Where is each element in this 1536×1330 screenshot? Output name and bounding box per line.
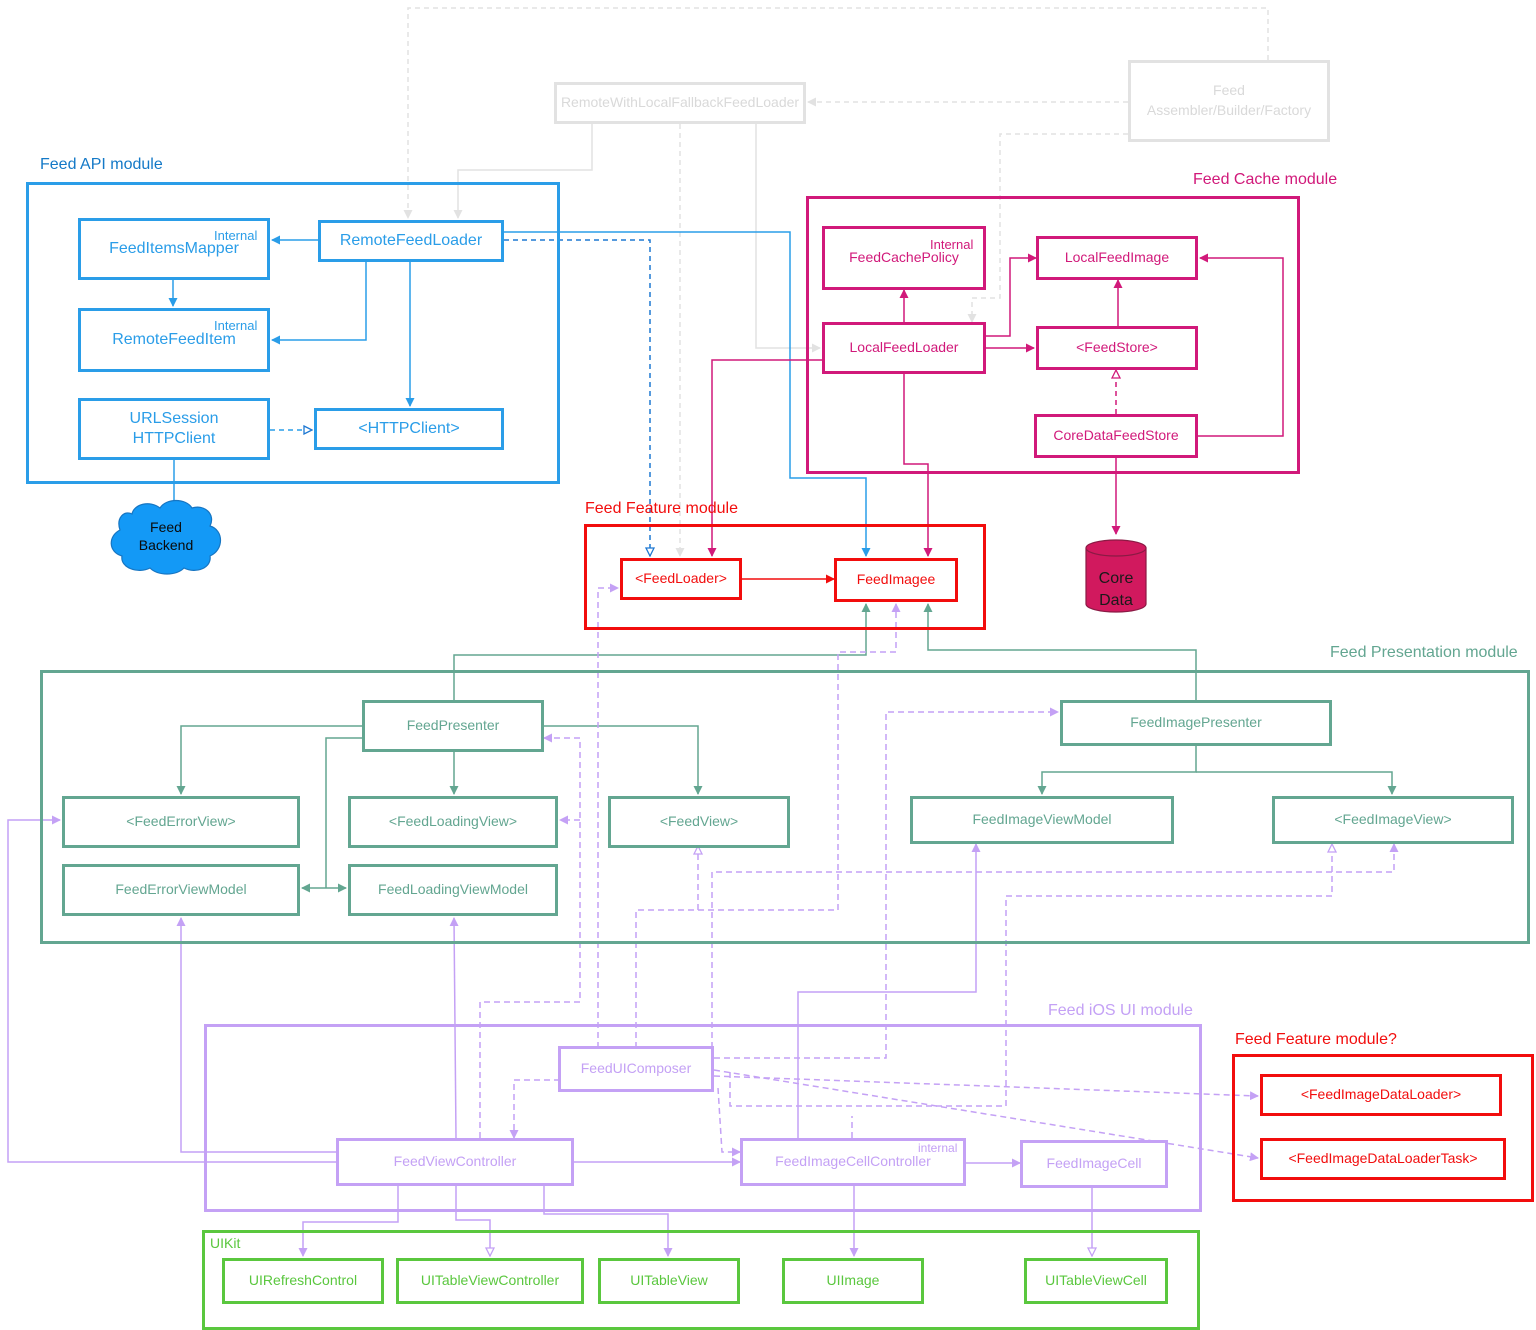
feature-module-title: Feed Feature module bbox=[585, 500, 738, 517]
urlsession-http-client-node[interactable]: URLSession HTTPClient bbox=[78, 398, 270, 460]
api-module-title: Feed API module bbox=[40, 156, 163, 173]
feed-error-view-node[interactable]: <FeedErrorView> bbox=[62, 796, 300, 848]
internal-label-mapper: Internal bbox=[214, 228, 258, 243]
feed-view-controller-node[interactable]: FeedViewController bbox=[336, 1138, 574, 1186]
feed-view-node[interactable]: <FeedView> bbox=[608, 796, 790, 848]
uikit-module-title: UIKit bbox=[210, 1235, 241, 1251]
internal-label-cell-controller: internal bbox=[918, 1141, 958, 1155]
feed-image-data-loader-task-node[interactable]: <FeedImageDataLoaderTask> bbox=[1260, 1138, 1506, 1180]
ios-module-title: Feed iOS UI module bbox=[1048, 1002, 1193, 1019]
feed-image-cell-node[interactable]: FeedImageCell bbox=[1020, 1140, 1168, 1188]
feed-ui-composer-node[interactable]: FeedUIComposer bbox=[558, 1046, 714, 1092]
cache-module-title: Feed Cache module bbox=[1193, 171, 1338, 188]
feed-backend-label: Feed Backend bbox=[138, 519, 194, 553]
feed-image-node[interactable]: FeedImagee bbox=[834, 558, 958, 602]
ui-table-view-controller-node[interactable]: UITableViewController bbox=[396, 1258, 584, 1304]
feed-loading-view-node[interactable]: <FeedLoadingView> bbox=[348, 796, 558, 848]
feed-image-presenter-node[interactable]: FeedImagePresenter bbox=[1060, 700, 1332, 746]
feed-factory-node[interactable]: Feed Assembler/Builder/Factory bbox=[1128, 60, 1330, 142]
core-data-label: Core Data bbox=[1098, 570, 1134, 609]
feed-store-protocol-node[interactable]: <FeedStore> bbox=[1036, 326, 1198, 370]
feed-cache-policy-node[interactable]: FeedCachePolicy bbox=[822, 226, 986, 290]
ui-refresh-control-node[interactable]: UIRefreshControl bbox=[222, 1258, 384, 1304]
internal-label-policy: Internal bbox=[930, 237, 974, 252]
feed-presenter-node[interactable]: FeedPresenter bbox=[362, 700, 544, 752]
feed-image-data-loader-node[interactable]: <FeedImageDataLoader> bbox=[1260, 1074, 1502, 1116]
remote-feed-loader-node[interactable]: RemoteFeedLoader bbox=[318, 220, 504, 262]
internal-label-item: Internal bbox=[214, 318, 258, 333]
feed-error-view-model-node[interactable]: FeedErrorViewModel bbox=[62, 864, 300, 916]
feed-loading-view-model-node[interactable]: FeedLoadingViewModel bbox=[348, 864, 558, 916]
ui-image-node[interactable]: UIImage bbox=[782, 1258, 924, 1304]
feed-image-view-node[interactable]: <FeedImageView> bbox=[1272, 796, 1514, 844]
local-feed-loader-node[interactable]: LocalFeedLoader bbox=[822, 322, 986, 374]
ui-table-view-cell-node[interactable]: UITableViewCell bbox=[1024, 1258, 1168, 1304]
feature2-module-title: Feed Feature module? bbox=[1235, 1031, 1397, 1048]
remote-with-local-fallback-loader-node[interactable]: RemoteWithLocalFallbackFeedLoader bbox=[554, 82, 806, 124]
feed-loader-protocol-node[interactable]: <FeedLoader> bbox=[620, 558, 742, 600]
presentation-module-title: Feed Presentation module bbox=[1330, 644, 1518, 661]
local-feed-image-node[interactable]: LocalFeedImage bbox=[1036, 236, 1198, 280]
feed-image-view-model-node[interactable]: FeedImageViewModel bbox=[910, 796, 1174, 844]
http-client-protocol-node[interactable]: <HTTPClient> bbox=[314, 408, 504, 450]
ui-table-view-node[interactable]: UITableView bbox=[598, 1258, 740, 1304]
core-data-feed-store-node[interactable]: CoreDataFeedStore bbox=[1034, 414, 1198, 458]
